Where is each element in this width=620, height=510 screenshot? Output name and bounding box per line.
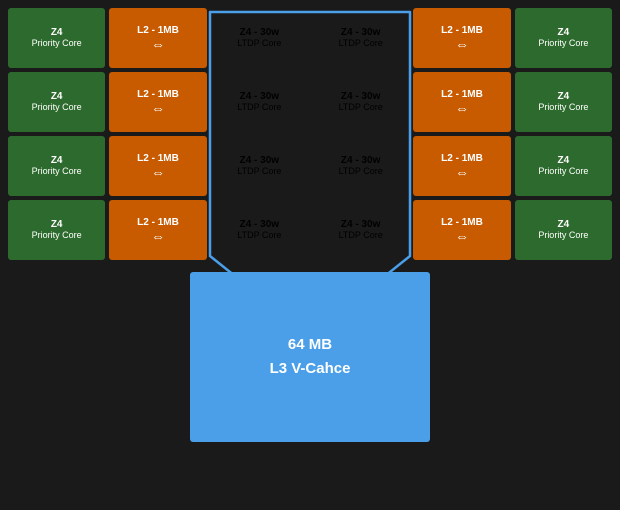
arrow-icon: ⇔ [455, 37, 469, 51]
grid-cell-r2-c0: Z4Priority Core [8, 136, 105, 196]
arrow-icon: ⇔ [151, 101, 165, 115]
arrow-icon: ⇔ [151, 229, 165, 243]
bottom-section: 64 MB L3 V-Cahce [8, 264, 612, 442]
grid-cell-r1-c2: Z4 - 30wLTDP Core [211, 72, 308, 132]
grid-cell-r3-c5: Z4Priority Core [515, 200, 612, 260]
arrow-icon: ⇔ [455, 229, 469, 243]
core-line2: LTDP Core [339, 167, 383, 177]
core-line2: LTDP Core [339, 231, 383, 241]
grid-cell-r1-c1: L2 - 1MB⇔ [109, 72, 206, 132]
grid-cell-r2-c2: Z4 - 30wLTDP Core [211, 136, 308, 196]
core-line2: Priority Core [32, 103, 82, 113]
grid-cell-r1-c5: Z4Priority Core [515, 72, 612, 132]
grid-cell-r0-c4: L2 - 1MB⇔ [413, 8, 510, 68]
arrow-icon: ⇔ [455, 101, 469, 115]
grid-cell-r1-c3: Z4 - 30wLTDP Core [312, 72, 409, 132]
core-line2: LTDP Core [339, 39, 383, 49]
grid-cell-r3-c3: Z4 - 30wLTDP Core [312, 200, 409, 260]
grid-cell-r1-c0: Z4Priority Core [8, 72, 105, 132]
grid-cell-r0-c0: Z4Priority Core [8, 8, 105, 68]
grid-cell-r3-c1: L2 - 1MB⇔ [109, 200, 206, 260]
core-line2: LTDP Core [339, 103, 383, 113]
arrow-icon: ⇔ [455, 165, 469, 179]
grid-cell-r3-c4: L2 - 1MB⇔ [413, 200, 510, 260]
core-line2: LTDP Core [237, 103, 281, 113]
core-line2: Priority Core [32, 231, 82, 241]
core-line2: Priority Core [538, 103, 588, 113]
grid-cell-r2-c4: L2 - 1MB⇔ [413, 136, 510, 196]
grid-cell-r3-c2: Z4 - 30wLTDP Core [211, 200, 308, 260]
grid-cell-r2-c1: L2 - 1MB⇔ [109, 136, 206, 196]
grid-cell-r2-c3: Z4 - 30wLTDP Core [312, 136, 409, 196]
l3-type: L3 V-Cahce [270, 357, 351, 381]
core-line2: Priority Core [538, 167, 588, 177]
core-grid: Z4Priority CoreL2 - 1MB⇔Z4 - 30wLTDP Cor… [8, 8, 612, 260]
arrow-icon: ⇔ [151, 165, 165, 179]
grid-cell-r0-c1: L2 - 1MB⇔ [109, 8, 206, 68]
grid-cell-r0-c3: Z4 - 30wLTDP Core [312, 8, 409, 68]
chip-diagram: Z4Priority CoreL2 - 1MB⇔Z4 - 30wLTDP Cor… [8, 8, 612, 442]
core-line2: LTDP Core [237, 167, 281, 177]
grid-cell-r2-c5: Z4Priority Core [515, 136, 612, 196]
core-line2: Priority Core [32, 167, 82, 177]
grid-cell-r3-c0: Z4Priority Core [8, 200, 105, 260]
core-line2: Priority Core [538, 39, 588, 49]
l3-size: 64 MB [288, 333, 332, 357]
core-line2: LTDP Core [237, 231, 281, 241]
grid-cell-r1-c4: L2 - 1MB⇔ [413, 72, 510, 132]
core-line2: Priority Core [538, 231, 588, 241]
l3-cache: 64 MB L3 V-Cahce [190, 272, 430, 442]
grid-cell-r0-c5: Z4Priority Core [515, 8, 612, 68]
core-line2: Priority Core [32, 39, 82, 49]
grid-cell-r0-c2: Z4 - 30wLTDP Core [211, 8, 308, 68]
arrow-icon: ⇔ [151, 37, 165, 51]
core-line2: LTDP Core [237, 39, 281, 49]
